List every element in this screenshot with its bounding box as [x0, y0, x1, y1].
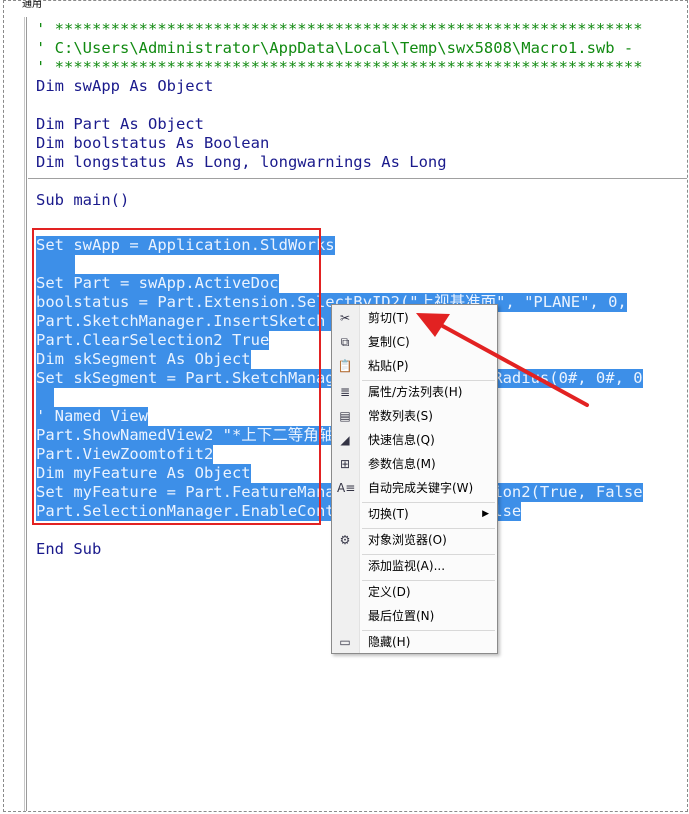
annotation-arrow — [416, 313, 589, 407]
editor-window: 通用 ' ***********************************… — [3, 0, 688, 812]
